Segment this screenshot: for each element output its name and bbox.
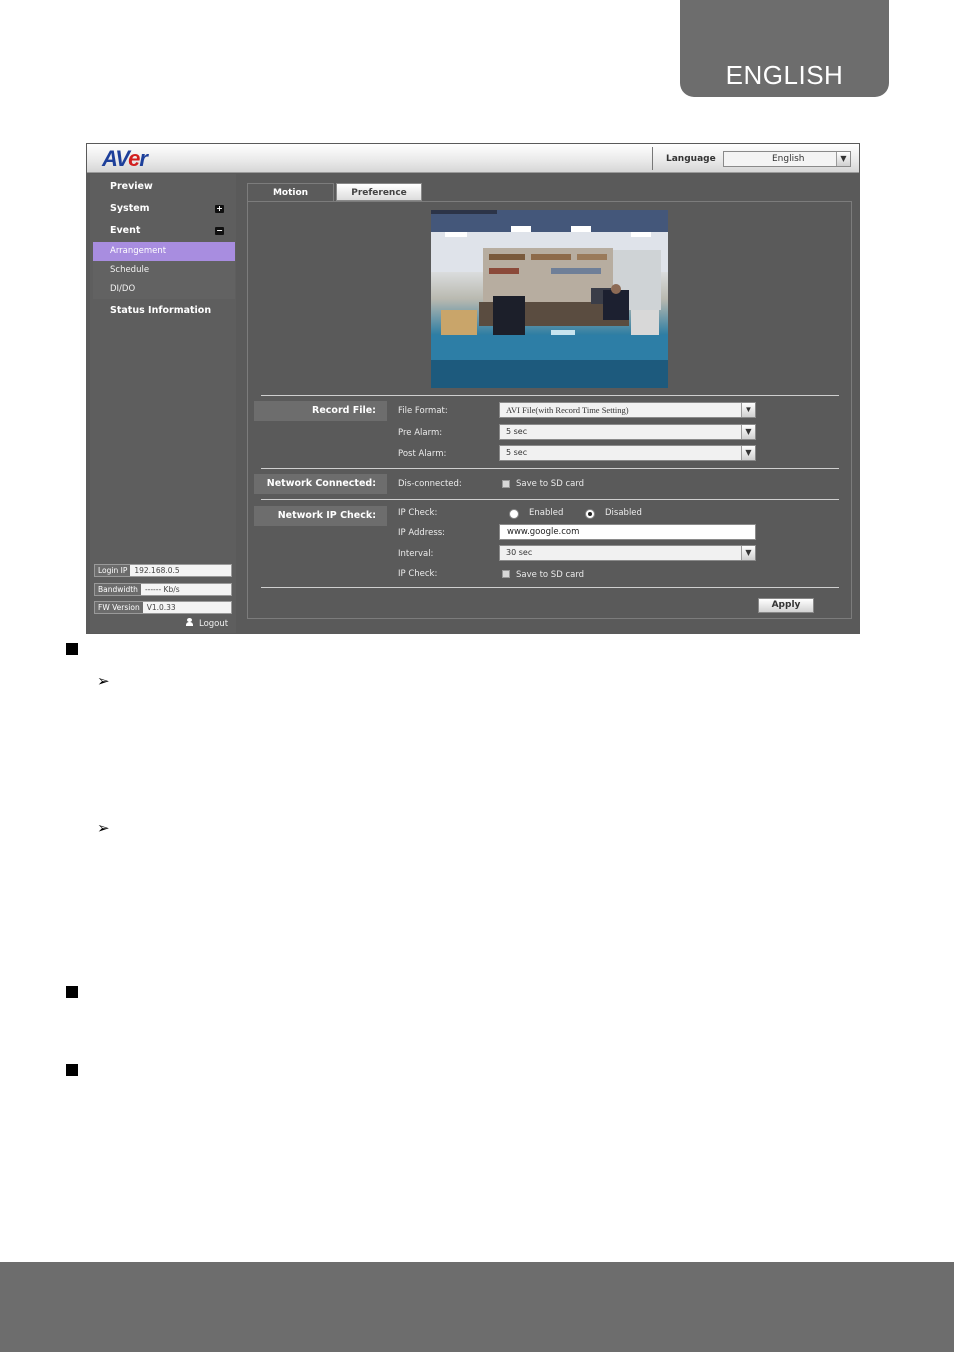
enabled-label: Enabled (529, 508, 564, 518)
collapse-icon[interactable]: − (215, 227, 224, 235)
apply-button[interactable]: Apply (758, 598, 814, 613)
ip-check-sd-label: IP Check: (398, 569, 438, 579)
post-alarm-label: Post Alarm: (398, 449, 447, 459)
fw-version-info: FW Version V1.0.33 (94, 601, 232, 614)
sidebar-subitem-arrangement[interactable]: Arrangement (93, 242, 235, 261)
sidebar: Preview System + Event − Arrangement Sch… (90, 174, 236, 633)
footer-bar (0, 1262, 954, 1352)
network-ip-check-section-label: Network IP Check: (254, 506, 387, 526)
language-corner-tab: ENGLISH (680, 0, 889, 97)
aver-logo: AVer (102, 146, 148, 171)
sidebar-subitem-schedule[interactable]: Schedule (93, 261, 235, 280)
pre-alarm-label: Pre Alarm: (398, 428, 443, 438)
save-sd-checkbox[interactable] (502, 480, 510, 488)
sidebar-item-status[interactable]: Status Information (90, 300, 236, 322)
arrow-bullet-icon: ➢ (97, 672, 110, 690)
ip-check-save-sd-label: Save to SD card (516, 570, 585, 580)
bullet-square (66, 1064, 78, 1076)
chevron-down-icon[interactable]: ▼ (741, 546, 755, 560)
sidebar-item-event[interactable]: Event − (90, 220, 236, 242)
file-format-select[interactable]: AVI File(with Record Time Setting) ▼ (499, 402, 756, 418)
record-file-section-label: Record File: (254, 401, 387, 421)
ip-check-label: IP Check: (398, 508, 438, 518)
user-icon (186, 618, 193, 626)
ip-check-enabled-radio[interactable] (509, 509, 519, 519)
top-bar: AVer Language English ▼ (87, 144, 859, 173)
divider (261, 468, 839, 469)
network-connected-section-label: Network Connected: (254, 474, 387, 494)
chevron-down-icon[interactable]: ▼ (741, 446, 755, 460)
language-label: Language (666, 154, 716, 164)
corner-tab-label: ENGLISH (725, 60, 844, 90)
divider (261, 395, 839, 396)
tab-motion[interactable]: Motion (247, 183, 334, 201)
chevron-down-icon[interactable]: ▼ (741, 403, 755, 417)
expand-icon[interactable]: + (215, 205, 224, 213)
ip-check-save-sd-checkbox[interactable] (502, 570, 510, 578)
ip-address-label: IP Address: (398, 528, 446, 538)
bullet-square (66, 986, 78, 998)
main-content: Motion Preference Record File: File Form… (239, 174, 859, 633)
sidebar-item-system[interactable]: System + (90, 198, 236, 220)
logout-link[interactable]: Logout (186, 618, 228, 629)
tab-preference[interactable]: Preference (336, 183, 422, 201)
sidebar-subitem-dido[interactable]: DI/DO (93, 280, 235, 299)
ip-address-input[interactable]: www.google.com (499, 524, 756, 540)
file-format-label: File Format: (398, 406, 448, 416)
ip-check-disabled-radio[interactable] (585, 509, 595, 519)
office-scene-image (431, 210, 668, 388)
disabled-label: Disabled (605, 508, 642, 518)
save-sd-label: Save to SD card (516, 479, 585, 489)
sidebar-item-preview[interactable]: Preview (90, 176, 236, 198)
arrow-bullet-icon: ➢ (97, 819, 110, 837)
divider (261, 499, 839, 500)
chevron-down-icon[interactable]: ▼ (836, 152, 850, 166)
post-alarm-select[interactable]: 5 sec ▼ (499, 445, 756, 461)
interval-select[interactable]: 30 sec ▼ (499, 545, 756, 561)
disconnected-label: Dis-connected: (398, 479, 462, 489)
bandwidth-info: Bandwidth ------ Kb/s (94, 583, 232, 596)
interval-label: Interval: (398, 549, 434, 559)
language-dropdown[interactable]: English ▼ (723, 151, 851, 167)
preference-panel: Record File: File Format: AVI File(with … (247, 201, 852, 619)
pre-alarm-select[interactable]: 5 sec ▼ (499, 424, 756, 440)
language-selector: Language English ▼ (652, 147, 857, 170)
camera-preview-image (431, 210, 668, 388)
bullet-square (66, 643, 78, 655)
chevron-down-icon[interactable]: ▼ (741, 425, 755, 439)
login-ip-info: Login IP 192.168.0.5 (94, 564, 232, 577)
camera-web-ui: AVer Language English ▼ Preview System +… (86, 143, 860, 634)
divider (261, 587, 839, 588)
